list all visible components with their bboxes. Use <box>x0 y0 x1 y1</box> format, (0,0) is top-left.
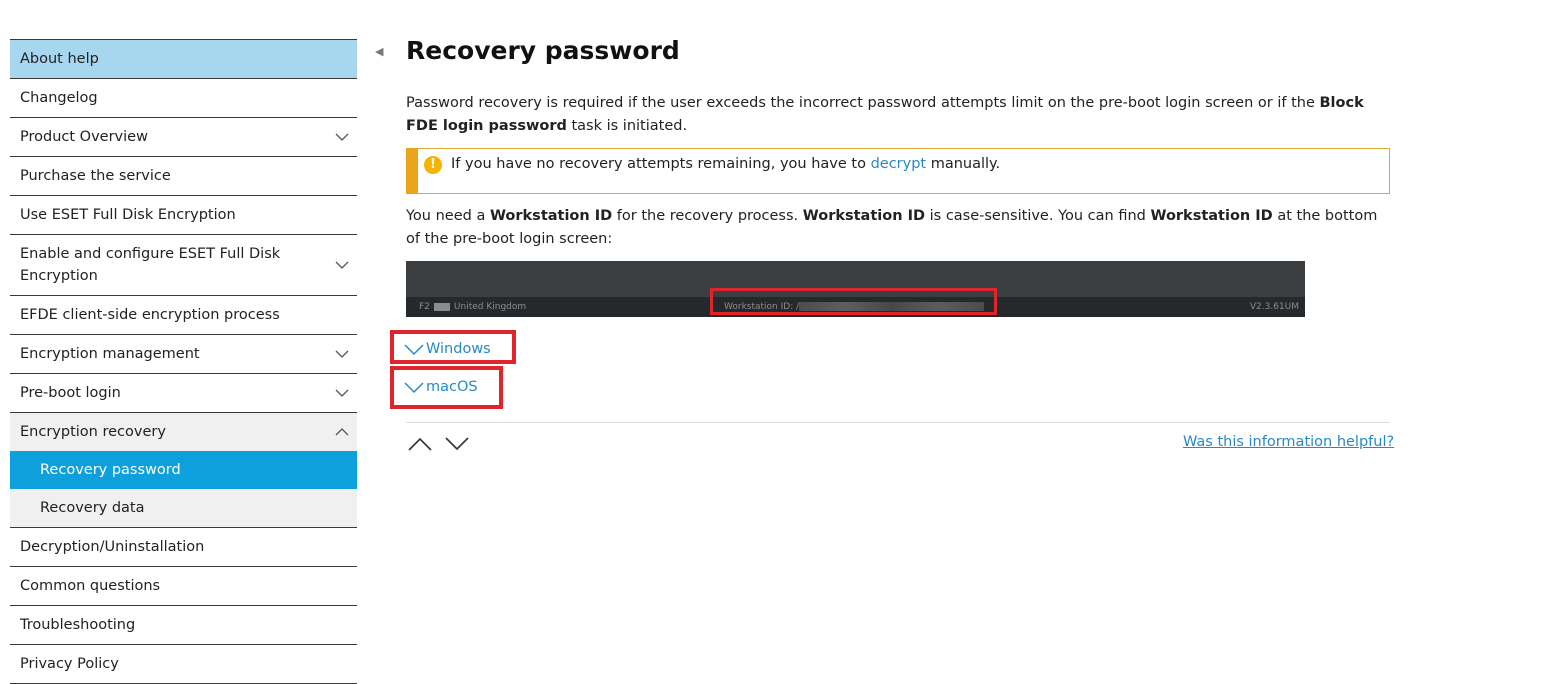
decrypt-link[interactable]: decrypt <box>871 156 927 172</box>
sidebar-nav: About help Changelog Product Overview Pu… <box>10 39 357 684</box>
pre-boot-screenshot: F2 United Kingdom Workstation ID: / V2.3.… <box>406 261 1305 317</box>
sidebar-item-label: EFDE client-side encryption process <box>20 307 280 323</box>
paragraph-text: is case-sensitive. You can find <box>925 208 1151 224</box>
callout-text-before: If you have no recovery attempts remaini… <box>451 156 871 172</box>
workstation-id-highlight <box>710 288 997 315</box>
feedback-link[interactable]: Was this information helpful? <box>1183 431 1394 453</box>
sidebar-item-label: Enable and configure ESET Full Disk Encr… <box>20 246 281 284</box>
chevron-down-icon <box>404 344 424 356</box>
warning-icon: ! <box>424 156 442 174</box>
sidebar-item-pre-boot-login[interactable]: Pre-boot login <box>10 374 357 413</box>
sidebar-item-client-side-process[interactable]: EFDE client-side encryption process <box>10 296 357 335</box>
sidebar-item-about-help[interactable]: About help <box>10 40 357 79</box>
sidebar-item-encryption-recovery[interactable]: Encryption recovery <box>10 413 357 451</box>
sidebar-item-label: Purchase the service <box>20 168 171 184</box>
sidebar-item-label: Decryption/Uninstallation <box>20 539 205 555</box>
windows-expander[interactable]: Windows <box>390 330 516 364</box>
intro-text: Password recovery is required if the use… <box>406 95 1320 111</box>
screenshot-locale-label: United Kingdom <box>453 302 527 312</box>
paragraph-bold-text: Workstation ID <box>802 208 926 224</box>
screenshot-version: V2.3.61UM <box>1249 302 1299 312</box>
screenshot-key-label: F2 <box>419 302 430 312</box>
chevron-down-icon[interactable] <box>335 386 349 400</box>
sidebar-item-product-overview[interactable]: Product Overview <box>10 118 357 157</box>
callout-text-after: manually. <box>926 156 1001 172</box>
sidebar-item-label: Product Overview <box>20 129 148 145</box>
sidebar-item-label: Encryption management <box>20 346 200 362</box>
collapse-sidebar-icon[interactable]: ◀ <box>375 45 383 58</box>
macos-expander[interactable]: macOS <box>390 366 503 409</box>
paragraph-bold-text: Workstation ID <box>1150 208 1273 224</box>
next-topic-icon[interactable] <box>444 436 470 456</box>
sidebar-item-use-efde[interactable]: Use ESET Full Disk Encryption <box>10 196 357 235</box>
macos-label: macOS <box>426 379 478 395</box>
sidebar-item-label: Encryption recovery <box>20 424 166 440</box>
sidebar-item-purchase[interactable]: Purchase the service <box>10 157 357 196</box>
sidebar-item-enable-configure[interactable]: Enable and configure ESET Full Disk Encr… <box>10 235 357 296</box>
keyboard-icon <box>433 302 450 311</box>
sidebar-item-label: Pre-boot login <box>20 385 121 401</box>
chevron-down-icon[interactable] <box>335 130 349 144</box>
sidebar-item-decryption[interactable]: Decryption/Uninstallation <box>10 528 357 567</box>
sidebar-item-recovery-data[interactable]: Recovery data <box>10 489 357 528</box>
chevron-down-icon <box>404 382 424 394</box>
sidebar-item-common-questions[interactable]: Common questions <box>10 567 357 606</box>
chevron-up-icon[interactable] <box>335 425 349 439</box>
intro-paragraph: Password recovery is required if the use… <box>406 92 1390 138</box>
sidebar-item-encryption-management[interactable]: Encryption management <box>10 335 357 374</box>
topic-navigation <box>407 436 476 456</box>
sidebar-item-label: Changelog <box>20 90 98 106</box>
windows-toggle[interactable]: Windows <box>404 338 491 361</box>
macos-toggle[interactable]: macOS <box>404 376 478 399</box>
content-divider <box>406 422 1390 423</box>
sidebar-item-label: Use ESET Full Disk Encryption <box>20 207 236 223</box>
sidebar-item-label: Recovery password <box>40 462 181 478</box>
sidebar-item-changelog[interactable]: Changelog <box>10 79 357 118</box>
sidebar-item-recovery-password[interactable]: Recovery password <box>10 451 357 489</box>
previous-topic-icon[interactable] <box>407 436 433 456</box>
sidebar-item-privacy-policy[interactable]: Privacy Policy <box>10 645 357 684</box>
windows-label: Windows <box>426 341 491 357</box>
sidebar-item-label: Troubleshooting <box>20 617 136 633</box>
callout-text: If you have no recovery attempts remaini… <box>451 153 1000 176</box>
warning-callout: ! If you have no recovery attempts remai… <box>406 148 1390 194</box>
workstation-paragraph: You need a Workstation ID for the recove… <box>406 205 1390 251</box>
screenshot-locale: F2 United Kingdom <box>419 297 526 317</box>
intro-text-end: task is initiated. <box>566 118 688 134</box>
sidebar-item-label: Recovery data <box>40 500 145 516</box>
sidebar-item-troubleshooting[interactable]: Troubleshooting <box>10 606 357 645</box>
sidebar-item-label: Privacy Policy <box>20 656 119 672</box>
sidebar-item-label: About help <box>20 51 99 67</box>
paragraph-bold-text: Workstation ID <box>489 208 613 224</box>
paragraph-text: for the recovery process. <box>612 208 803 224</box>
paragraph-text: You need a <box>406 208 490 224</box>
page-title: Recovery password <box>406 36 680 65</box>
sidebar-item-label: Common questions <box>20 578 161 594</box>
chevron-down-icon[interactable] <box>335 258 349 272</box>
main-content: Recovery password Password recovery is r… <box>406 30 1390 317</box>
chevron-down-icon[interactable] <box>335 347 349 361</box>
